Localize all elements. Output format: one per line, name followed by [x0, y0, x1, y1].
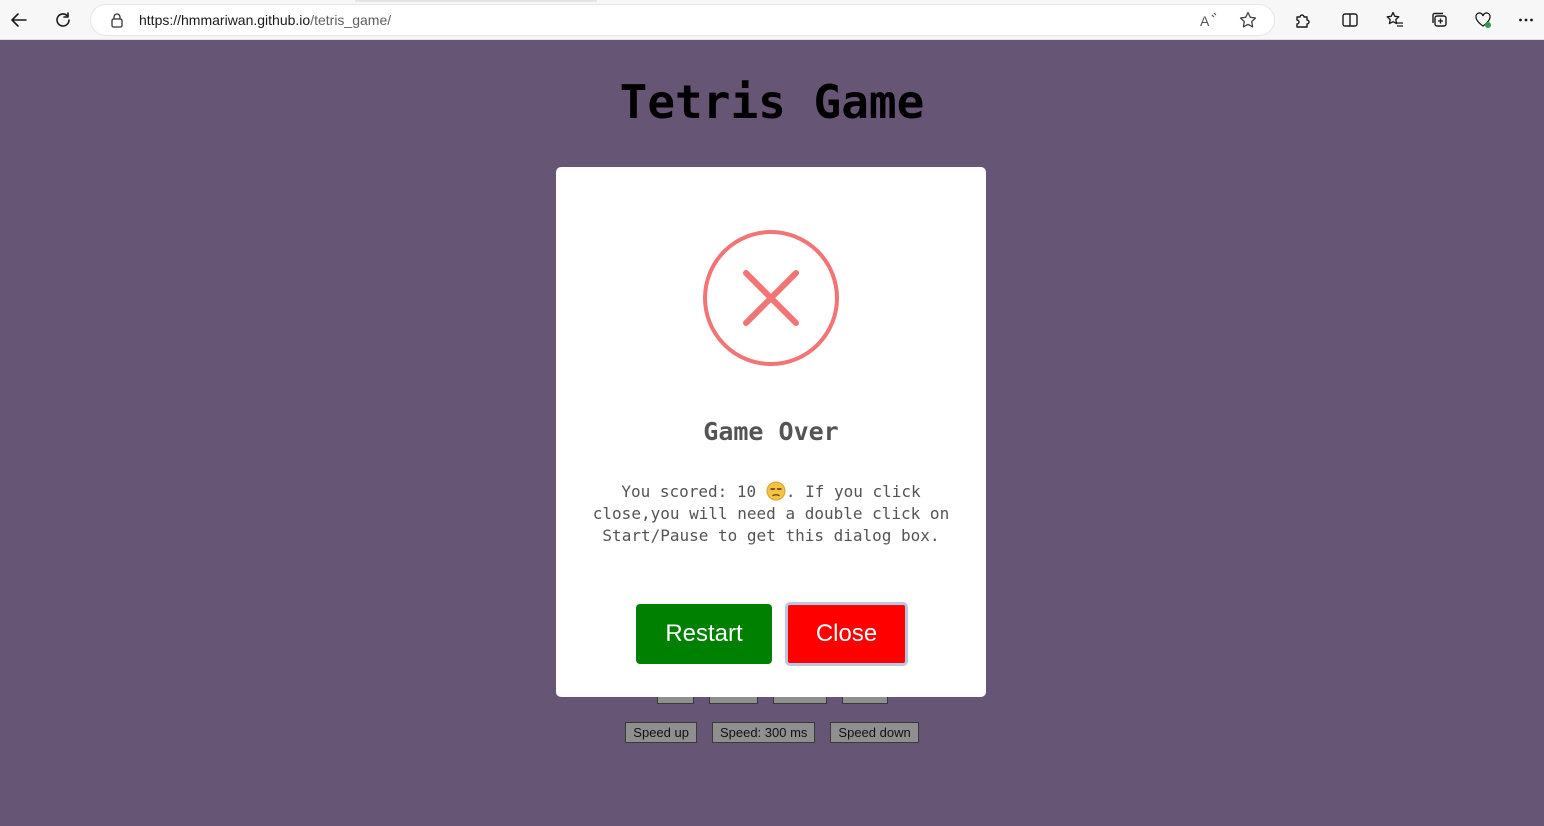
split-screen-button[interactable] [1336, 6, 1364, 34]
tab-strip-edge [355, 0, 597, 2]
unamused-face-emoji [766, 481, 786, 501]
extensions-button[interactable] [1288, 6, 1316, 34]
score-text: You scored: 10 [621, 482, 757, 501]
browser-toolbar: https://hmmariwan.github.io/tetris_game/… [0, 0, 1544, 40]
arrow-left-icon [11, 13, 27, 27]
game-over-dialog: Game Over You scored: 10 . If you click … [556, 167, 986, 697]
error-x-circle-icon [703, 230, 839, 366]
speed-down-button[interactable]: Speed down [830, 722, 919, 743]
browser-essentials-button[interactable] [1469, 6, 1497, 34]
split-screen-icon [1342, 13, 1358, 27]
read-aloud-icon[interactable]: A [1199, 11, 1219, 29]
refresh-button[interactable] [49, 6, 77, 34]
close-button[interactable]: Close [785, 602, 908, 666]
heart-pulse-icon [1475, 12, 1491, 28]
more-menu-button[interactable] [1512, 6, 1540, 34]
collections-icon [1432, 12, 1447, 27]
collections-button[interactable] [1425, 6, 1453, 34]
speed-display-button[interactable]: Speed: 300 ms [711, 722, 816, 743]
dialog-message: You scored: 10 . If you click close,you … [576, 481, 966, 547]
svg-text:A: A [1200, 13, 1210, 29]
lock-icon [111, 13, 123, 28]
dialog-title: Game Over [703, 417, 839, 446]
favorite-star-icon[interactable] [1239, 11, 1257, 29]
restart-button[interactable]: Restart [636, 604, 772, 664]
refresh-icon [56, 12, 70, 27]
url-text: https://hmmariwan.github.io/tetris_game/ [139, 12, 391, 28]
address-bar[interactable]: https://hmmariwan.github.io/tetris_game/… [91, 5, 1274, 35]
puzzle-icon [1296, 14, 1310, 28]
more-dots-icon [1519, 18, 1533, 22]
favorites-button[interactable] [1381, 6, 1409, 34]
back-button[interactable] [5, 6, 33, 34]
speed-up-button[interactable]: Speed up [625, 722, 697, 743]
page-title: Tetris Game [619, 75, 925, 129]
url-path: /tetris_game/ [310, 12, 392, 28]
url-host: https://hmmariwan.github.io [139, 12, 311, 28]
speed-control-row: Speed up Speed: 300 ms Speed down [0, 722, 1544, 743]
favorites-list-icon [1386, 11, 1403, 27]
